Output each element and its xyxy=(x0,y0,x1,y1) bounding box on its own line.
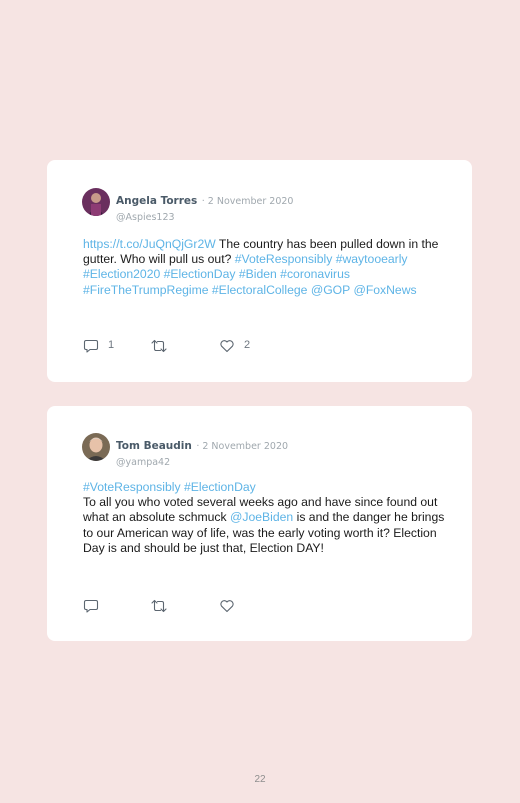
author-name[interactable]: Tom Beaudin xyxy=(116,440,192,452)
tweet-text: https://t.co/JuQnQjGr2W The country has … xyxy=(83,237,448,298)
like-icon xyxy=(220,600,234,613)
tweet-hashtags[interactable]: #VoteResponsibly #ElectionDay xyxy=(83,480,256,494)
retweet-icon xyxy=(151,339,167,353)
like-count: 2 xyxy=(244,339,251,351)
tweet-card: Angela Torres · 2 November 2020 @Aspies1… xyxy=(47,160,472,382)
like-icon xyxy=(220,340,234,353)
tweet-header: Tom Beaudin · 2 November 2020 @yampa42 xyxy=(116,436,288,468)
reply-icon xyxy=(83,339,99,353)
avatar[interactable] xyxy=(82,188,110,216)
avatar[interactable] xyxy=(82,433,110,461)
author-handle[interactable]: @Aspies123 xyxy=(116,212,293,223)
tweet-date[interactable]: · 2 November 2020 xyxy=(202,196,294,207)
tweet-date[interactable]: · 2 November 2020 xyxy=(196,441,288,452)
reply-count: 1 xyxy=(108,339,115,351)
tweet-card: Tom Beaudin · 2 November 2020 @yampa42 #… xyxy=(47,406,472,641)
retweet-icon xyxy=(151,599,167,613)
author-name[interactable]: Angela Torres xyxy=(116,195,197,207)
tweet-link[interactable]: https://t.co/JuQnQjGr2W xyxy=(83,237,216,251)
author-handle[interactable]: @yampa42 xyxy=(116,457,288,468)
tweet-text: #VoteResponsibly #ElectionDay To all you… xyxy=(83,480,448,556)
tweet-mention[interactable]: @JoeBiden xyxy=(230,510,293,524)
tweet-header: Angela Torres · 2 November 2020 @Aspies1… xyxy=(116,191,293,223)
reply-icon xyxy=(83,599,99,613)
page-number: 22 xyxy=(254,774,266,785)
